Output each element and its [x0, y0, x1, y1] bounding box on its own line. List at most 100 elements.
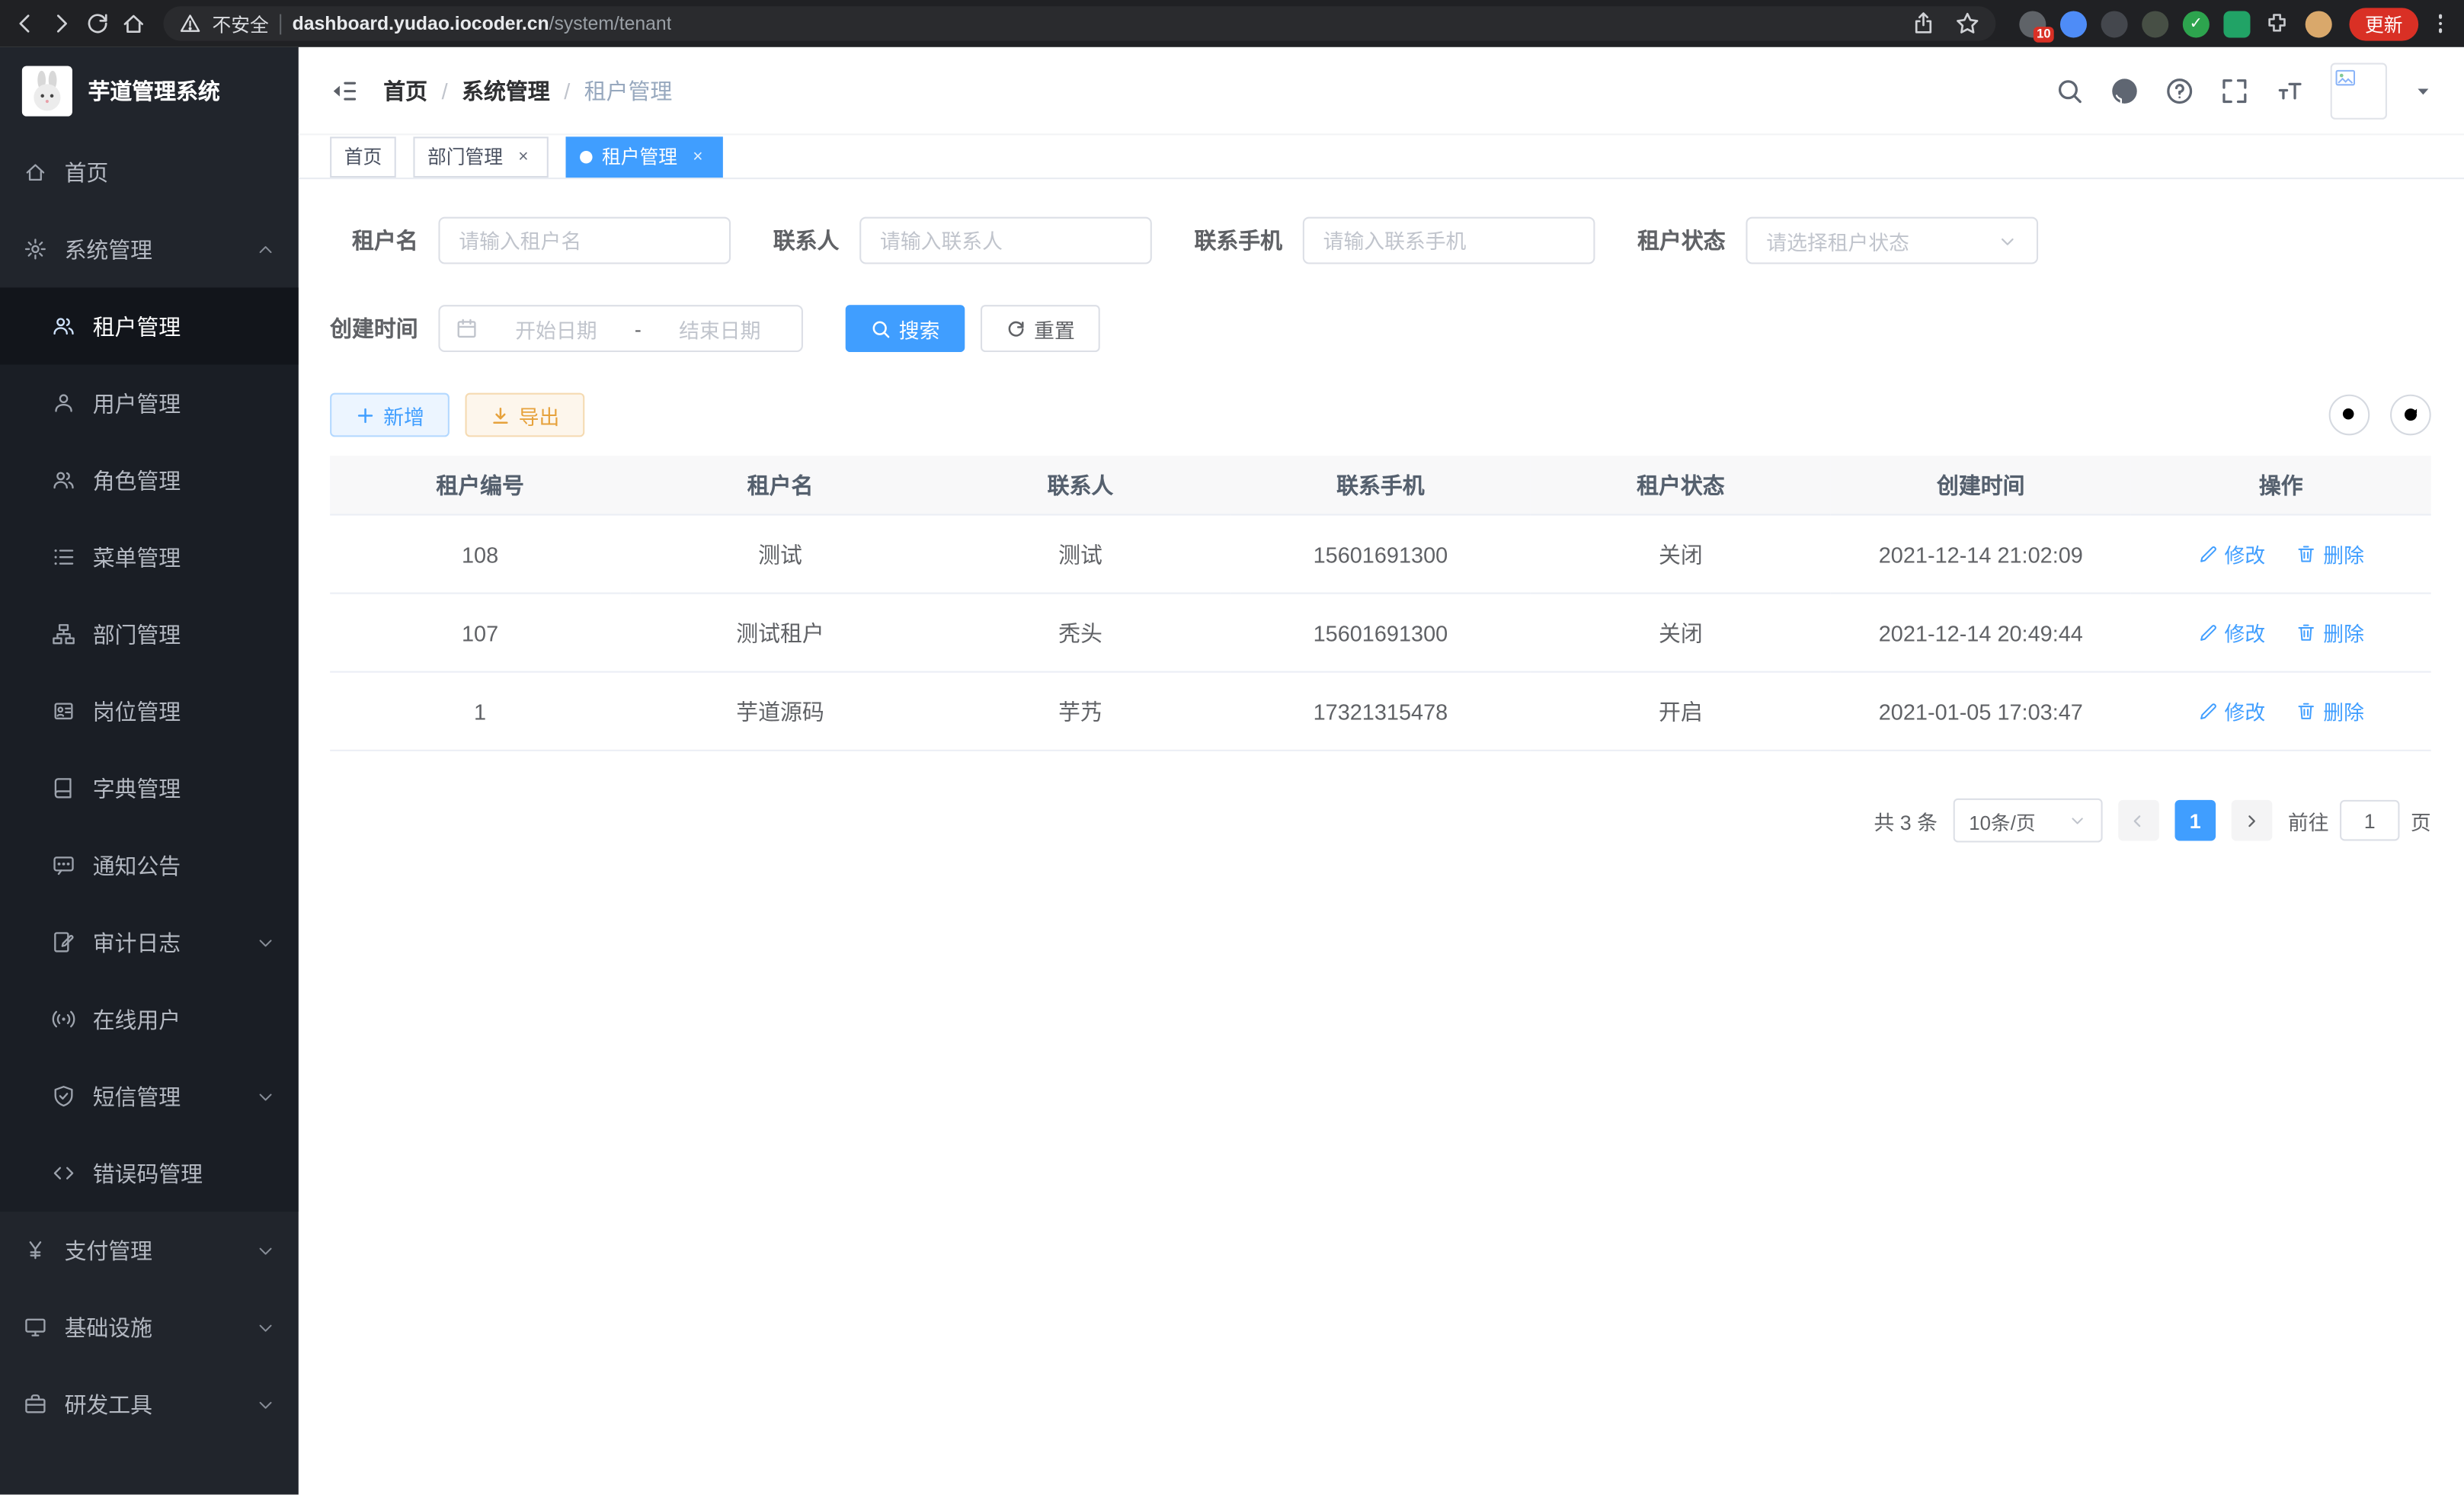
page-number-1[interactable]: 1	[2174, 800, 2216, 841]
home-icon[interactable]	[121, 11, 146, 36]
chevron-down-icon	[256, 1394, 275, 1413]
sidebar-item-dev-tools[interactable]: 研发工具	[0, 1365, 299, 1442]
sidebar-item-dept[interactable]: 部门管理	[0, 596, 299, 673]
breadcrumb-current: 租户管理	[584, 75, 673, 106]
github-icon[interactable]	[2110, 76, 2139, 104]
close-icon[interactable]: ×	[686, 147, 709, 166]
org-tree-icon	[52, 623, 75, 646]
hide-search-icon[interactable]	[2329, 395, 2370, 436]
page-size-select[interactable]: 10条/页	[1954, 799, 2103, 843]
sidebar-item-dict[interactable]: 字典管理	[0, 750, 299, 827]
sidebar-item-user[interactable]: 用户管理	[0, 365, 299, 442]
edit-document-icon	[52, 930, 75, 954]
sidebar-item-notice[interactable]: 通知公告	[0, 827, 299, 904]
sidebar-item-tenant[interactable]: 租户管理	[0, 287, 299, 364]
sidebar-item-infrastructure[interactable]: 基础设施	[0, 1289, 299, 1365]
date-separator: -	[635, 317, 642, 341]
search-button[interactable]: 搜索	[846, 305, 965, 352]
edit-link[interactable]: 修改	[2197, 696, 2265, 726]
cell-id: 107	[330, 594, 630, 672]
export-button[interactable]: 导出	[466, 393, 585, 437]
refresh-table-icon[interactable]	[2390, 395, 2431, 436]
search-icon[interactable]	[2056, 76, 2084, 104]
prev-page-button[interactable]	[2118, 800, 2159, 841]
cell-id: 1	[330, 672, 630, 751]
user-group-icon	[52, 469, 75, 492]
help-icon[interactable]	[2165, 76, 2194, 104]
chevron-down-icon	[1997, 230, 2018, 251]
sidebar-item-post[interactable]: 岗位管理	[0, 673, 299, 750]
message-icon	[52, 853, 75, 877]
sidebar-item-label: 字典管理	[93, 773, 275, 804]
bookmark-star-icon[interactable]	[1955, 11, 1980, 36]
breadcrumb-home[interactable]: 首页	[383, 75, 427, 106]
sidebar-item-role[interactable]: 角色管理	[0, 442, 299, 519]
cell-name: 测试	[630, 514, 930, 593]
goto-page-input[interactable]	[2340, 800, 2399, 841]
forward-icon[interactable]	[49, 11, 74, 36]
table-toolbar: 新增 导出	[330, 393, 2431, 437]
user-avatar[interactable]	[2331, 62, 2387, 118]
extension-icon-check[interactable]: ✓	[2183, 10, 2210, 37]
phone-input[interactable]	[1303, 217, 1595, 264]
status-select[interactable]: 请选择租户状态	[1746, 217, 2038, 264]
field-label: 创建时间	[330, 312, 418, 344]
reload-icon[interactable]	[85, 11, 110, 36]
trash-icon	[2296, 623, 2317, 643]
sidebar-item-label: 系统管理	[65, 233, 239, 264]
user-icon	[52, 392, 75, 415]
tab-tenant[interactable]: 租户管理 ×	[566, 136, 723, 177]
back-icon[interactable]	[13, 11, 38, 36]
extension-icon-5[interactable]	[2223, 10, 2250, 37]
add-button[interactable]: 新增	[330, 393, 450, 437]
contact-input[interactable]	[859, 217, 1152, 264]
edit-link[interactable]: 修改	[2197, 539, 2265, 568]
puzzle-extensions-icon[interactable]	[2264, 10, 2291, 37]
next-page-button[interactable]	[2232, 800, 2273, 841]
tab-dept[interactable]: 部门管理 ×	[413, 136, 548, 177]
sidebar-nav: 首页 系统管理 租户管理 用户管理	[0, 133, 299, 1494]
gear-icon	[24, 237, 47, 261]
tenant-name-input[interactable]	[438, 217, 731, 264]
sidebar-item-online-users[interactable]: 在线用户	[0, 981, 299, 1058]
field-phone: 联系手机	[1195, 217, 1595, 264]
breadcrumb-system[interactable]: 系统管理	[462, 75, 550, 106]
screen: 不安全 dashboard.yudao.iocoder.cn/system/te…	[0, 0, 2464, 1494]
delete-link[interactable]: 删除	[2296, 696, 2364, 726]
extension-icon-4[interactable]	[2142, 10, 2168, 37]
tab-home[interactable]: 首页	[330, 136, 396, 177]
system-submenu: 租户管理 用户管理 角色管理 菜单管理	[0, 287, 299, 1212]
fullscreen-icon[interactable]	[2220, 76, 2248, 104]
sidebar-fold-icon[interactable]	[330, 76, 358, 104]
sidebar-item-payment[interactable]: 支付管理	[0, 1212, 299, 1289]
extension-icon-3[interactable]	[2101, 10, 2128, 37]
delete-link[interactable]: 删除	[2296, 618, 2364, 648]
reset-button[interactable]: 重置	[981, 305, 1100, 352]
page-jumper: 前往 页	[2288, 800, 2431, 841]
date-range-picker[interactable]: 开始日期 - 结束日期	[438, 305, 803, 352]
caret-down-icon[interactable]	[2414, 81, 2433, 100]
sidebar-item-home[interactable]: 首页	[0, 133, 299, 210]
extension-badge: 10	[2034, 26, 2054, 42]
security-label: 不安全	[212, 10, 268, 37]
toolbox-icon	[24, 1392, 47, 1416]
sidebar-item-menu[interactable]: 菜单管理	[0, 519, 299, 596]
share-icon[interactable]	[1911, 11, 1936, 36]
font-size-icon[interactable]	[2276, 76, 2304, 104]
sidebar-item-system[interactable]: 系统管理	[0, 210, 299, 287]
browser-menu-icon[interactable]	[2430, 11, 2452, 36]
column-header: 创建时间	[1831, 456, 2131, 514]
delete-link[interactable]: 删除	[2296, 539, 2364, 568]
extension-icon-1[interactable]: 10	[2019, 10, 2046, 37]
close-icon[interactable]: ×	[512, 147, 534, 166]
profile-avatar-icon[interactable]	[2306, 10, 2332, 37]
address-bar[interactable]: 不安全 dashboard.yudao.iocoder.cn/system/te…	[164, 6, 1996, 40]
table-row: 1 芋道源码 芋艿 17321315478 开启 2021-01-05 17:0…	[330, 672, 2431, 751]
extension-icon-2[interactable]	[2060, 10, 2087, 37]
sidebar-item-error-code[interactable]: 错误码管理	[0, 1135, 299, 1212]
edit-link[interactable]: 修改	[2197, 618, 2265, 648]
chrome-update-button[interactable]: 更新	[2349, 7, 2418, 40]
cell-operations: 修改 删除	[2131, 594, 2431, 672]
sidebar-item-audit-log[interactable]: 审计日志	[0, 904, 299, 981]
sidebar-item-sms[interactable]: 短信管理	[0, 1058, 299, 1135]
